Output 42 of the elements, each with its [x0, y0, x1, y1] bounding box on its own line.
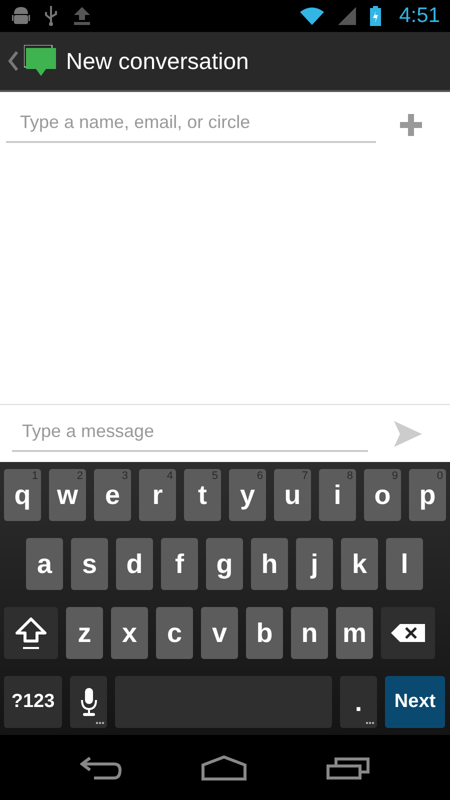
letter-key[interactable]: s	[71, 538, 108, 590]
microphone-icon	[80, 688, 98, 716]
letter-key[interactable]: l	[386, 538, 423, 590]
compose-bar[interactable]: Type a message	[0, 404, 450, 462]
period-key[interactable]: .	[340, 676, 377, 728]
usb-icon	[44, 6, 58, 26]
letter-key[interactable]: d	[116, 538, 153, 590]
letter-key[interactable]: z	[66, 607, 103, 659]
message-input[interactable]: Type a message	[12, 415, 368, 452]
signal-icon	[338, 7, 356, 25]
back-chevron-icon[interactable]	[8, 51, 18, 71]
letter-key[interactable]: n	[291, 607, 328, 659]
letter-key[interactable]: b	[246, 607, 283, 659]
voice-input-key[interactable]	[70, 676, 107, 728]
next-key[interactable]: Next	[385, 676, 445, 728]
screen-title: New conversation	[66, 48, 249, 74]
backspace-icon	[391, 624, 425, 642]
letter-key[interactable]: c	[156, 607, 193, 659]
android-robot-icon	[12, 6, 30, 26]
chat-bubble-icon	[24, 45, 56, 77]
wifi-icon	[300, 7, 324, 25]
symbols-key[interactable]: ?123	[4, 676, 62, 728]
upload-icon	[72, 6, 92, 26]
letter-key[interactable]: m	[336, 607, 373, 659]
clock-time: 4:51	[399, 4, 440, 28]
letter-key[interactable]: a	[26, 538, 63, 590]
battery-charging-icon	[370, 6, 382, 26]
add-icon[interactable]	[400, 114, 422, 136]
delete-key[interactable]	[381, 607, 435, 659]
recent-apps-icon[interactable]	[326, 756, 370, 780]
recipient-input[interactable]: Type a name, email, or circle	[6, 106, 376, 143]
home-icon[interactable]	[200, 754, 247, 780]
letter-key[interactable]: k	[341, 538, 378, 590]
shift-icon	[14, 616, 48, 650]
letter-key[interactable]: v	[201, 607, 238, 659]
shift-key[interactable]	[4, 607, 58, 659]
letter-key[interactable]: x	[111, 607, 148, 659]
letter-key[interactable]: h	[251, 538, 288, 590]
back-icon[interactable]	[80, 756, 122, 780]
letter-key[interactable]: j	[296, 538, 333, 590]
letter-key[interactable]: f	[161, 538, 198, 590]
letter-key[interactable]: g	[206, 538, 243, 590]
